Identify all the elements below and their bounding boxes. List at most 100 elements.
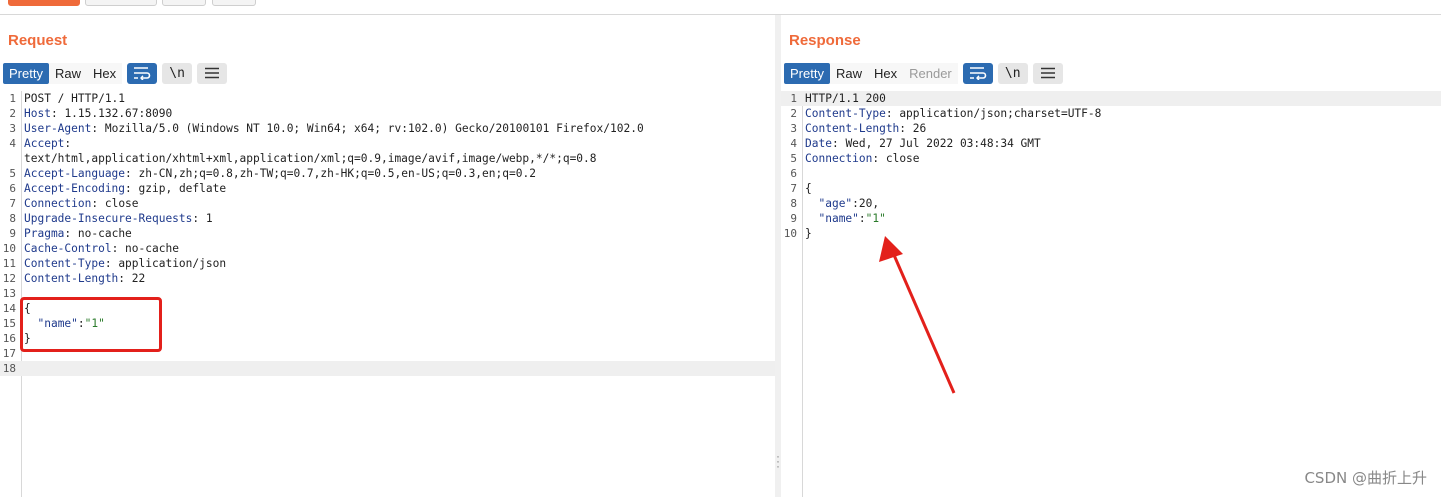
- response-code[interactable]: 1 HTTP/1.1 200 2 Content-Type: application/…: [781, 91, 1441, 241]
- code-line: 10}: [781, 226, 1441, 241]
- line-number: 7: [790, 182, 797, 195]
- header-name: User-Agent: [24, 122, 92, 135]
- menu-button[interactable]: [197, 62, 228, 84]
- cancel-button[interactable]: [85, 0, 157, 6]
- line-text: User-Agent: Mozilla/5.0 (Windows NT 10.0…: [24, 121, 644, 136]
- header-colon: :: [64, 137, 72, 150]
- header-colon: :: [885, 107, 893, 120]
- header-name: Content-Length: [805, 122, 900, 135]
- line-number: 17: [2, 347, 16, 360]
- tab-render[interactable]: Render: [903, 62, 958, 84]
- line-number: 10: [783, 227, 797, 240]
- header-value: close: [98, 197, 139, 210]
- line-number: 8: [9, 212, 16, 225]
- response-title: Response: [789, 32, 861, 49]
- tab-raw[interactable]: Raw: [829, 62, 868, 84]
- line-text: {: [805, 182, 812, 195]
- line-number: 12: [2, 272, 16, 285]
- line-text: Content-Type: application/json: [24, 256, 226, 271]
- code-line: 8 Upgrade-Insecure-Requests: 1: [0, 211, 775, 226]
- header-name: Upgrade-Insecure-Requests: [24, 212, 193, 225]
- line-number: 16: [2, 332, 16, 345]
- highlight-annotation-box: [20, 297, 162, 352]
- response-editor[interactable]: 1 HTTP/1.1 200 2 Content-Type: application/…: [781, 91, 1441, 497]
- newline-icon: \n: [1004, 65, 1021, 81]
- line-text: POST / HTTP/1.1: [24, 92, 126, 105]
- line-number: 9: [790, 212, 797, 225]
- line-number: 3: [790, 122, 797, 135]
- code-line: 11 Content-Type: application/json: [0, 256, 775, 271]
- menu-button[interactable]: [1032, 62, 1063, 84]
- line-number: 5: [9, 167, 16, 180]
- wrap-lines-icon: [969, 67, 987, 80]
- line-text: Content-Length: 22: [24, 271, 145, 286]
- json-value: "1": [865, 212, 886, 225]
- line-text: text/html,application/xhtml+xml,applicat…: [24, 152, 597, 165]
- code-line: 10 Cache-Control: no-cache: [0, 241, 775, 256]
- header-colon: :: [125, 182, 132, 195]
- line-text: }: [805, 227, 812, 240]
- response-panel: Response Pretty Raw Hex Render \n 1 HTTP/…: [781, 15, 1441, 497]
- request-view-tabs: Pretty Raw Hex: [3, 62, 123, 84]
- nav-back-button[interactable]: [162, 0, 206, 6]
- nav-forward-button[interactable]: [212, 0, 256, 6]
- header-name: Date: [805, 137, 832, 150]
- code-line: 5 Accept-Language: zh-CN,zh;q=0.8,zh-TW;q…: [0, 166, 775, 181]
- line-number: 4: [790, 137, 797, 150]
- top-toolbar: [0, 0, 1441, 15]
- header-value: application/json: [111, 257, 227, 270]
- header-colon: :: [50, 107, 58, 120]
- header-value: 22: [125, 272, 146, 285]
- header-name: Host: [24, 107, 51, 120]
- code-line: 9 Pragma: no-cache: [0, 226, 775, 241]
- line-number: 10: [2, 242, 16, 255]
- line-text: Accept-Encoding: gzip, deflate: [24, 181, 226, 196]
- line-text: Host: 1.15.132.67:8090: [24, 106, 172, 121]
- code-line: 1 HTTP/1.1 200: [781, 91, 1441, 106]
- wrap-lines-button[interactable]: [962, 62, 993, 84]
- line-number: 2: [790, 107, 797, 120]
- header-value: gzip, deflate: [131, 182, 227, 195]
- line-number: 1: [790, 92, 797, 105]
- header-value: zh-CN,zh;q=0.8,zh-TW;q=0.7,zh-HK;q=0.5,e…: [131, 167, 536, 180]
- response-view-tabs: Pretty Raw Hex Render: [784, 62, 958, 84]
- tab-pretty[interactable]: Pretty: [3, 62, 49, 84]
- json-colon: :: [858, 212, 866, 225]
- line-text: Upgrade-Insecure-Requests: 1: [24, 211, 213, 226]
- request-toolbar: Pretty Raw Hex \n: [3, 62, 228, 84]
- line-text: Date: Wed, 27 Jul 2022 03:48:34 GMT: [805, 136, 1041, 151]
- line-number: 9: [9, 227, 16, 240]
- code-line: 8 "age":20,: [781, 196, 1441, 211]
- send-button[interactable]: [8, 0, 80, 6]
- watermark: CSDN @曲折上升: [1304, 469, 1427, 487]
- code-line: 6: [781, 166, 1441, 181]
- menu-icon: [1040, 67, 1055, 79]
- show-newlines-button[interactable]: \n: [162, 62, 193, 84]
- json-key: "name": [818, 212, 859, 225]
- tab-hex[interactable]: Hex: [867, 62, 904, 84]
- show-newlines-button[interactable]: \n: [997, 62, 1028, 84]
- line-text: HTTP/1.1 200: [805, 92, 886, 105]
- header-name: Content-Length: [24, 272, 119, 285]
- line-text: Accept-Language: zh-CN,zh;q=0.8,zh-TW;q=…: [24, 166, 536, 181]
- request-panel: Request Pretty Raw Hex \n 1 POST / HTTP/1…: [0, 15, 775, 497]
- header-value: no-cache: [118, 242, 179, 255]
- code-line: 4 Accept:: [0, 136, 775, 151]
- code-line: 12 Content-Length: 22: [0, 271, 775, 286]
- line-number: 4: [9, 137, 16, 150]
- code-line: 2 Host: 1.15.132.67:8090: [0, 106, 775, 121]
- tab-raw[interactable]: Raw: [48, 62, 87, 84]
- response-toolbar: Pretty Raw Hex Render \n: [784, 62, 1063, 84]
- line-number: 3: [9, 122, 16, 135]
- header-name: Content-Type: [24, 257, 105, 270]
- header-name: Pragma: [24, 227, 65, 240]
- line-text: "name":"1": [805, 211, 886, 226]
- request-editor[interactable]: 1 POST / HTTP/1.1 2 Host: 1.15.132.67:8090 3…: [0, 91, 775, 497]
- line-text: Content-Type: application/json;charset=U…: [805, 106, 1101, 121]
- divider-grip-icon[interactable]: · · ·: [776, 450, 780, 472]
- header-name: Accept-Encoding: [24, 182, 126, 195]
- tab-hex[interactable]: Hex: [86, 62, 123, 84]
- wrap-lines-button[interactable]: [127, 62, 158, 84]
- tab-pretty[interactable]: Pretty: [784, 62, 830, 84]
- json-value: 20: [858, 197, 873, 210]
